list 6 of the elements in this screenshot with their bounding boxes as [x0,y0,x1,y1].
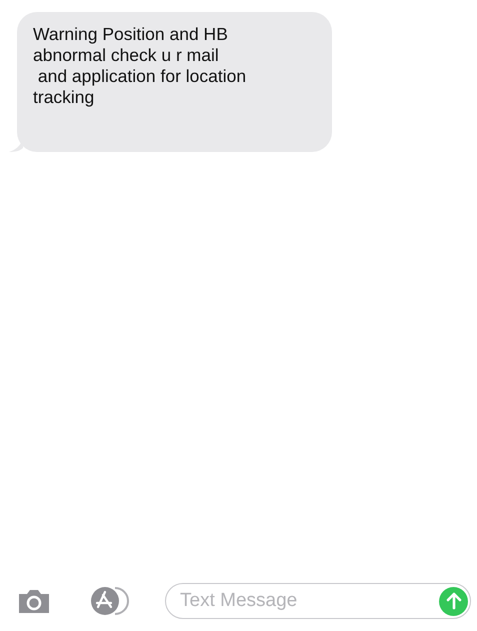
send-button[interactable] [439,586,468,616]
message-field[interactable]: Text Message [165,583,471,619]
camera-icon[interactable] [17,587,51,615]
app-store-icon[interactable] [89,585,129,617]
message-bubble: Warning Position and HB abnormal check u r mail and application for location tracking [17,12,332,152]
arrow-up-icon [446,592,462,610]
